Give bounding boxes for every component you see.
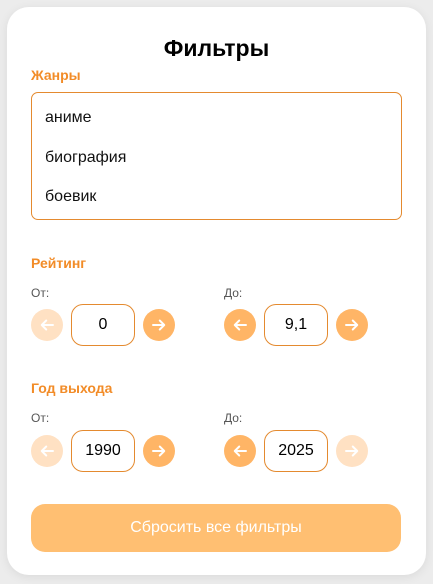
reset-filters-button[interactable]: Сбросить все фильтры [31,504,401,552]
arrow-right-icon [152,319,166,331]
genres-label: Жанры [31,67,81,83]
rating-to-increase-button[interactable] [336,309,368,341]
page-title: Фильтры [163,35,270,61]
rating-to-input[interactable]: 9,1 [264,304,328,346]
arrow-left-icon [233,445,247,457]
arrow-left-icon [233,319,247,331]
year-to-input[interactable]: 2025 [264,430,328,472]
arrow-left-icon [40,445,54,457]
year-from-decrease-button[interactable] [31,435,63,467]
rating-from-increase-button[interactable] [143,309,175,341]
rating-from-label: От: [31,286,50,300]
year-from-label: От: [31,411,50,425]
arrow-right-icon [152,445,166,457]
year-to-label: До: [224,411,243,425]
arrow-left-icon [40,319,54,331]
year-from-increase-button[interactable] [143,435,175,467]
genre-list[interactable]: аниме биография боевик [31,92,402,220]
rating-label: Рейтинг [31,255,87,271]
genre-item-biography[interactable]: биография [45,149,126,167]
year-to-decrease-button[interactable] [224,435,256,467]
rating-to-label: До: [224,286,243,300]
rating-from-decrease-button[interactable] [31,309,63,341]
filters-panel: Фильтры Жанры аниме биография боевик Рей… [7,7,426,575]
year-from-input[interactable]: 1990 [71,430,135,472]
arrow-right-icon [345,319,359,331]
rating-to-decrease-button[interactable] [224,309,256,341]
genre-item-action[interactable]: боевик [45,188,96,206]
year-label: Год выхода [31,380,113,396]
genre-item-anime[interactable]: аниме [45,109,92,127]
year-to-increase-button[interactable] [336,435,368,467]
rating-from-input[interactable]: 0 [71,304,135,346]
arrow-right-icon [345,445,359,457]
